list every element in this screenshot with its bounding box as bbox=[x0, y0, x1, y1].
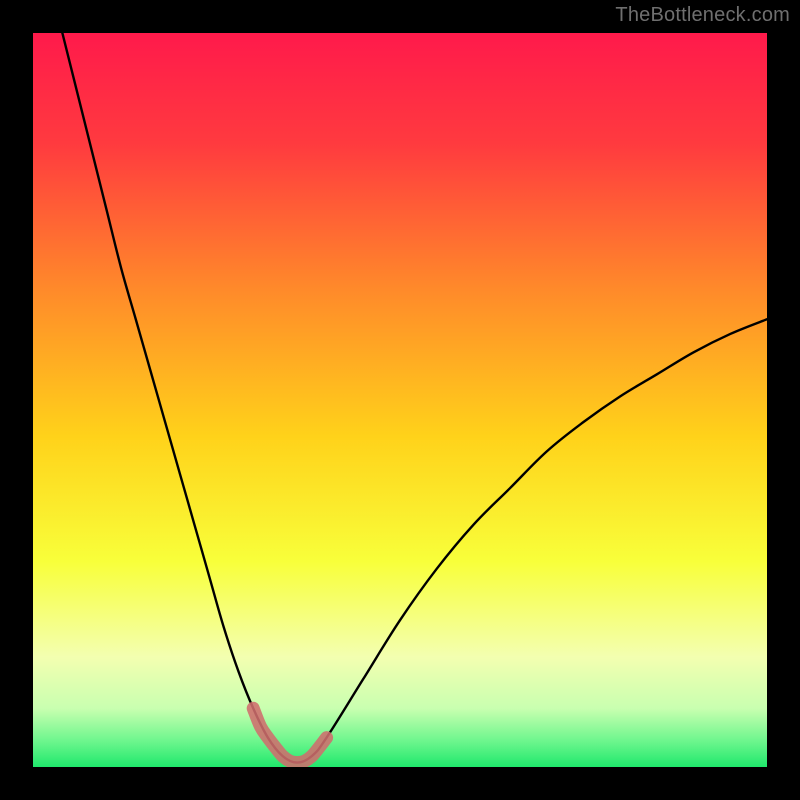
bottleneck-chart bbox=[33, 33, 767, 767]
gradient-background bbox=[33, 33, 767, 767]
plot-area bbox=[33, 33, 767, 767]
chart-frame: TheBottleneck.com bbox=[0, 0, 800, 800]
watermark-text: TheBottleneck.com bbox=[615, 4, 790, 27]
